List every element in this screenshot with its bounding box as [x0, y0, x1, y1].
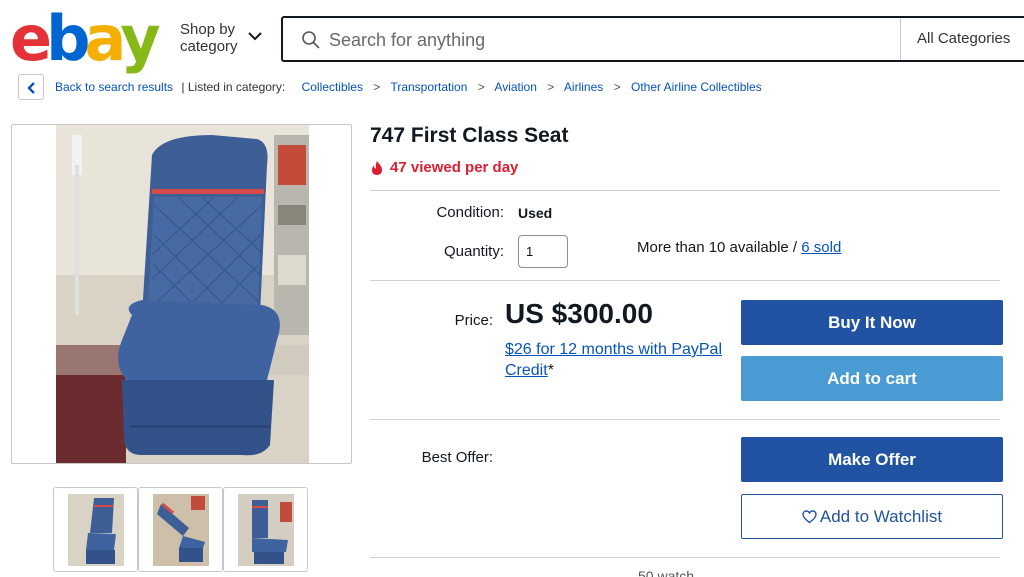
- viewed-text: 47 viewed per day: [390, 159, 519, 176]
- shop-by-category-button[interactable]: Shop by category: [180, 21, 238, 55]
- thumbnail-1[interactable]: [53, 487, 138, 572]
- condition-value: Used: [518, 205, 553, 221]
- make-offer-button[interactable]: Make Offer: [741, 437, 1003, 482]
- quantity-input[interactable]: [518, 235, 568, 268]
- logo-letter-a: a: [84, 2, 126, 75]
- breadcrumb-item-airlines[interactable]: Airlines: [564, 80, 603, 94]
- paypal-credit-link[interactable]: $26 for 12 months with PayPal Credit: [505, 341, 722, 379]
- best-offer-label: Best Offer:: [421, 449, 493, 466]
- back-to-search-link[interactable]: Back to search results: [55, 80, 173, 94]
- shop-by-line1: Shop by: [180, 21, 236, 38]
- breadcrumb-item-collectibles[interactable]: Collectibles: [302, 80, 363, 94]
- breadcrumb-separator: >: [613, 80, 621, 94]
- search-divider: [900, 18, 901, 60]
- quantity-label: Quantity:: [443, 243, 504, 260]
- availability-text: More than 10 available /: [637, 239, 802, 256]
- breadcrumb: Back to search results | Listed in categ…: [55, 80, 762, 94]
- watchers-count: 50 watch: [638, 568, 695, 577]
- search-bar: All Categories: [281, 16, 1024, 62]
- add-to-cart-button[interactable]: Add to cart: [741, 356, 1003, 401]
- ebay-logo[interactable]: ebay: [10, 2, 161, 75]
- watchlist-label: Add to Watchlist: [819, 507, 943, 526]
- breadcrumb-item-transportation[interactable]: Transportation: [390, 80, 467, 94]
- search-input[interactable]: [329, 26, 889, 54]
- buy-it-now-button[interactable]: Buy It Now: [741, 300, 1003, 345]
- thumbnail-2[interactable]: [138, 487, 223, 572]
- back-button[interactable]: [18, 74, 44, 100]
- breadcrumb-separator: >: [373, 80, 381, 94]
- breadcrumb-item-aviation[interactable]: Aviation: [494, 80, 536, 94]
- main-product-image[interactable]: [11, 124, 352, 464]
- heart-icon: [802, 510, 817, 524]
- breadcrumb-item-other-airline-collectibles[interactable]: Other Airline Collectibles: [631, 80, 762, 94]
- condition-label: Condition:: [436, 204, 504, 221]
- divider: [370, 557, 1000, 558]
- logo-letter-y: y: [120, 2, 160, 75]
- shop-by-line2: category: [180, 38, 238, 55]
- divider: [370, 280, 1000, 281]
- divider: [370, 190, 1000, 191]
- seat-photo: [56, 125, 309, 463]
- category-select[interactable]: All Categories: [917, 30, 1010, 47]
- listing-title: 747 First Class Seat: [370, 124, 569, 147]
- breadcrumb-separator: >: [477, 80, 485, 94]
- search-icon: [302, 31, 320, 49]
- add-to-watchlist-button[interactable]: Add to Watchlist: [741, 494, 1003, 539]
- viewed-per-day: 47 viewed per day: [370, 159, 518, 176]
- availability: More than 10 available / 6 sold: [637, 239, 841, 256]
- credit-asterisk: *: [547, 362, 554, 379]
- thumbnail-3[interactable]: [223, 487, 308, 572]
- sold-link[interactable]: 6 sold: [801, 239, 841, 256]
- logo-letter-b: b: [46, 2, 90, 75]
- chevron-left-icon: [27, 82, 35, 94]
- price-value: US $300.00: [505, 298, 653, 329]
- logo-letter-e: e: [10, 2, 52, 75]
- chevron-down-icon[interactable]: [247, 30, 263, 42]
- listed-in-label: | Listed in category:: [181, 80, 286, 94]
- price-label: Price:: [454, 312, 493, 329]
- paypal-credit: $26 for 12 months with PayPal Credit*: [505, 339, 735, 381]
- divider: [370, 419, 1000, 420]
- flame-icon: [372, 160, 382, 175]
- breadcrumb-separator: >: [547, 80, 555, 94]
